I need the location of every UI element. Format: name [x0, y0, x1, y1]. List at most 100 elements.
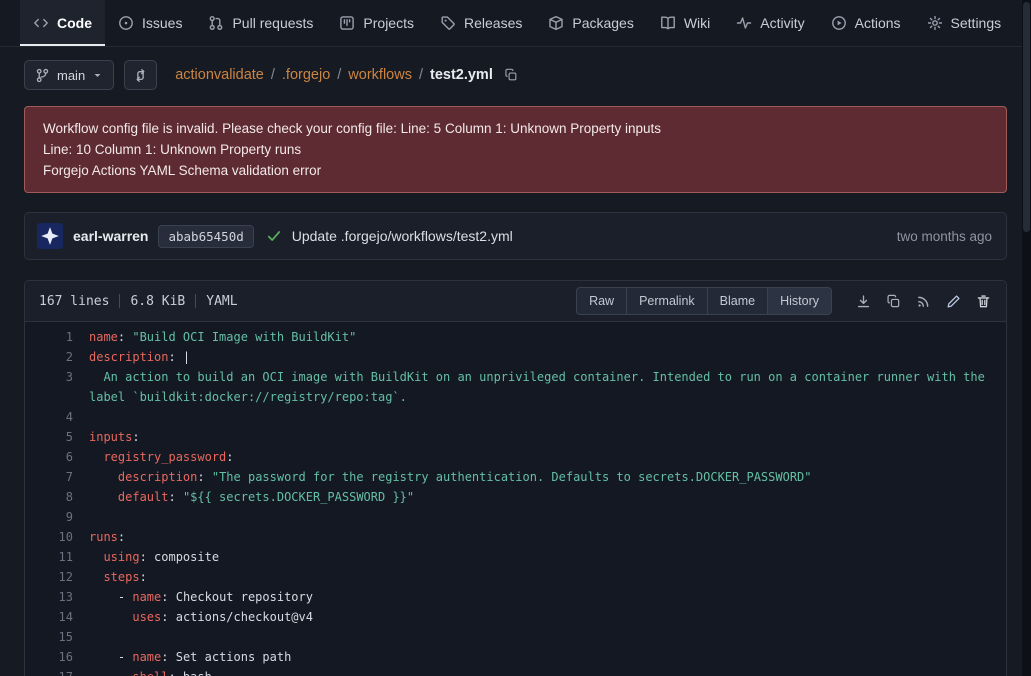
blame-button[interactable]: Blame [707, 287, 768, 315]
avatar[interactable] [37, 223, 63, 249]
commit-message[interactable]: Update .forgejo/workflows/test2.yml [292, 228, 513, 244]
git-branch-icon [35, 68, 50, 83]
line-content: An action to build an OCI image with Bui… [89, 367, 1006, 407]
code-line: 10runs: [25, 527, 1006, 547]
branch-selector[interactable]: main [24, 60, 114, 90]
line-number[interactable]: 3 [25, 367, 89, 407]
tab-activity[interactable]: Activity [723, 0, 817, 46]
line-content [89, 507, 1006, 527]
tab-label: Issues [142, 15, 182, 31]
tab-label: Projects [363, 15, 414, 31]
line-number[interactable]: 12 [25, 567, 89, 587]
breadcrumb-segment[interactable]: actionvalidate [175, 67, 264, 83]
line-number[interactable]: 6 [25, 447, 89, 467]
file-stats: 167 lines 6.8 KiB YAML [39, 294, 238, 309]
tab-label: Code [57, 15, 92, 31]
code-line: 3 An action to build an OCI image with B… [25, 367, 1006, 407]
breadcrumb-segment[interactable]: workflows [348, 67, 412, 83]
tab-releases[interactable]: Releases [427, 0, 535, 46]
branch-name: main [57, 68, 85, 83]
edit-icon[interactable] [940, 288, 966, 314]
gear-icon [927, 15, 943, 31]
code-line: 2description: | [25, 347, 1006, 367]
tab-wiki[interactable]: Wiki [647, 0, 723, 46]
line-number[interactable]: 1 [25, 327, 89, 347]
tab-code[interactable]: Code [20, 0, 105, 46]
code-line: 13 - name: Checkout repository [25, 587, 1006, 607]
tab-label: Releases [464, 15, 522, 31]
actions-icon [831, 15, 847, 31]
raw-button[interactable]: Raw [576, 287, 627, 315]
tab-label: Actions [855, 15, 901, 31]
line-content: - name: Set actions path [89, 647, 1006, 667]
tab-projects[interactable]: Projects [326, 0, 427, 46]
line-number[interactable]: 7 [25, 467, 89, 487]
line-content: uses: actions/checkout@v4 [89, 607, 1006, 627]
divider [195, 294, 196, 308]
line-number[interactable]: 15 [25, 627, 89, 647]
line-number[interactable]: 13 [25, 587, 89, 607]
code-line: 4 [25, 407, 1006, 427]
code-line: 14 uses: actions/checkout@v4 [25, 607, 1006, 627]
breadcrumb-segment[interactable]: .forgejo [282, 67, 330, 83]
commit-bar: earl-warren abab65450d Update .forgejo/w… [24, 212, 1007, 260]
releases-icon [440, 15, 456, 31]
tab-packages[interactable]: Packages [535, 0, 646, 46]
line-number[interactable]: 10 [25, 527, 89, 547]
download-icon[interactable] [850, 288, 876, 314]
breadcrumb-separator: / [337, 67, 341, 83]
line-content: default: "${{ secrets.DOCKER_PASSWORD }}… [89, 487, 1006, 507]
code-line: 1name: "Build OCI Image with BuildKit" [25, 327, 1006, 347]
tab-label: Packages [572, 15, 633, 31]
scrollbar-thumb[interactable] [1023, 2, 1030, 232]
activity-icon [736, 15, 752, 31]
delete-icon[interactable] [970, 288, 996, 314]
tab-settings[interactable]: Settings [914, 0, 1015, 46]
breadcrumb: actionvalidate/.forgejo/workflows/test2.… [175, 67, 518, 83]
chevron-down-icon [92, 70, 103, 81]
commit-sha[interactable]: abab65450d [158, 225, 253, 248]
tab-issues[interactable]: Issues [105, 0, 195, 46]
rss-icon[interactable] [910, 288, 936, 314]
code-line: 11 using: composite [25, 547, 1006, 567]
line-number[interactable]: 8 [25, 487, 89, 507]
line-number[interactable]: 9 [25, 507, 89, 527]
divider [119, 294, 120, 308]
pull-request-icon [208, 15, 224, 31]
code-line: 17 shell: bash [25, 667, 1006, 676]
line-number[interactable]: 17 [25, 667, 89, 676]
line-content: shell: bash [89, 667, 1006, 676]
line-content: - name: Checkout repository [89, 587, 1006, 607]
compare-button[interactable] [124, 60, 157, 90]
copy-path-icon[interactable] [504, 68, 518, 82]
packages-icon [548, 15, 564, 31]
line-content: registry_password: [89, 447, 1006, 467]
file-action-icons [850, 288, 996, 314]
repo-header: main actionvalidate/.forgejo/workflows/t… [0, 47, 1031, 98]
file-header: 167 lines 6.8 KiB YAML RawPermalinkBlame… [25, 281, 1006, 322]
code-icon [33, 15, 49, 31]
tab-label: Activity [760, 15, 804, 31]
commit-author[interactable]: earl-warren [73, 228, 148, 244]
line-number[interactable]: 11 [25, 547, 89, 567]
line-number[interactable]: 2 [25, 347, 89, 367]
line-number[interactable]: 5 [25, 427, 89, 447]
copy-file-icon[interactable] [880, 288, 906, 314]
history-button[interactable]: History [767, 287, 832, 315]
line-content: using: composite [89, 547, 1006, 567]
code-line: 16 - name: Set actions path [25, 647, 1006, 667]
tab-actions[interactable]: Actions [818, 0, 914, 46]
permalink-button[interactable]: Permalink [626, 287, 708, 315]
page-scrollbar[interactable] [1022, 0, 1031, 676]
line-number[interactable]: 4 [25, 407, 89, 427]
check-icon[interactable] [266, 228, 282, 244]
line-content: runs: [89, 527, 1006, 547]
tab-pull-requests[interactable]: Pull requests [195, 0, 326, 46]
commit-time: two months ago [897, 229, 992, 244]
line-content [89, 407, 1006, 427]
error-line: Workflow config file is invalid. Please … [43, 118, 988, 139]
line-number[interactable]: 14 [25, 607, 89, 627]
line-number[interactable]: 16 [25, 647, 89, 667]
file-view-buttons: RawPermalinkBlameHistory [576, 287, 832, 315]
line-content: steps: [89, 567, 1006, 587]
